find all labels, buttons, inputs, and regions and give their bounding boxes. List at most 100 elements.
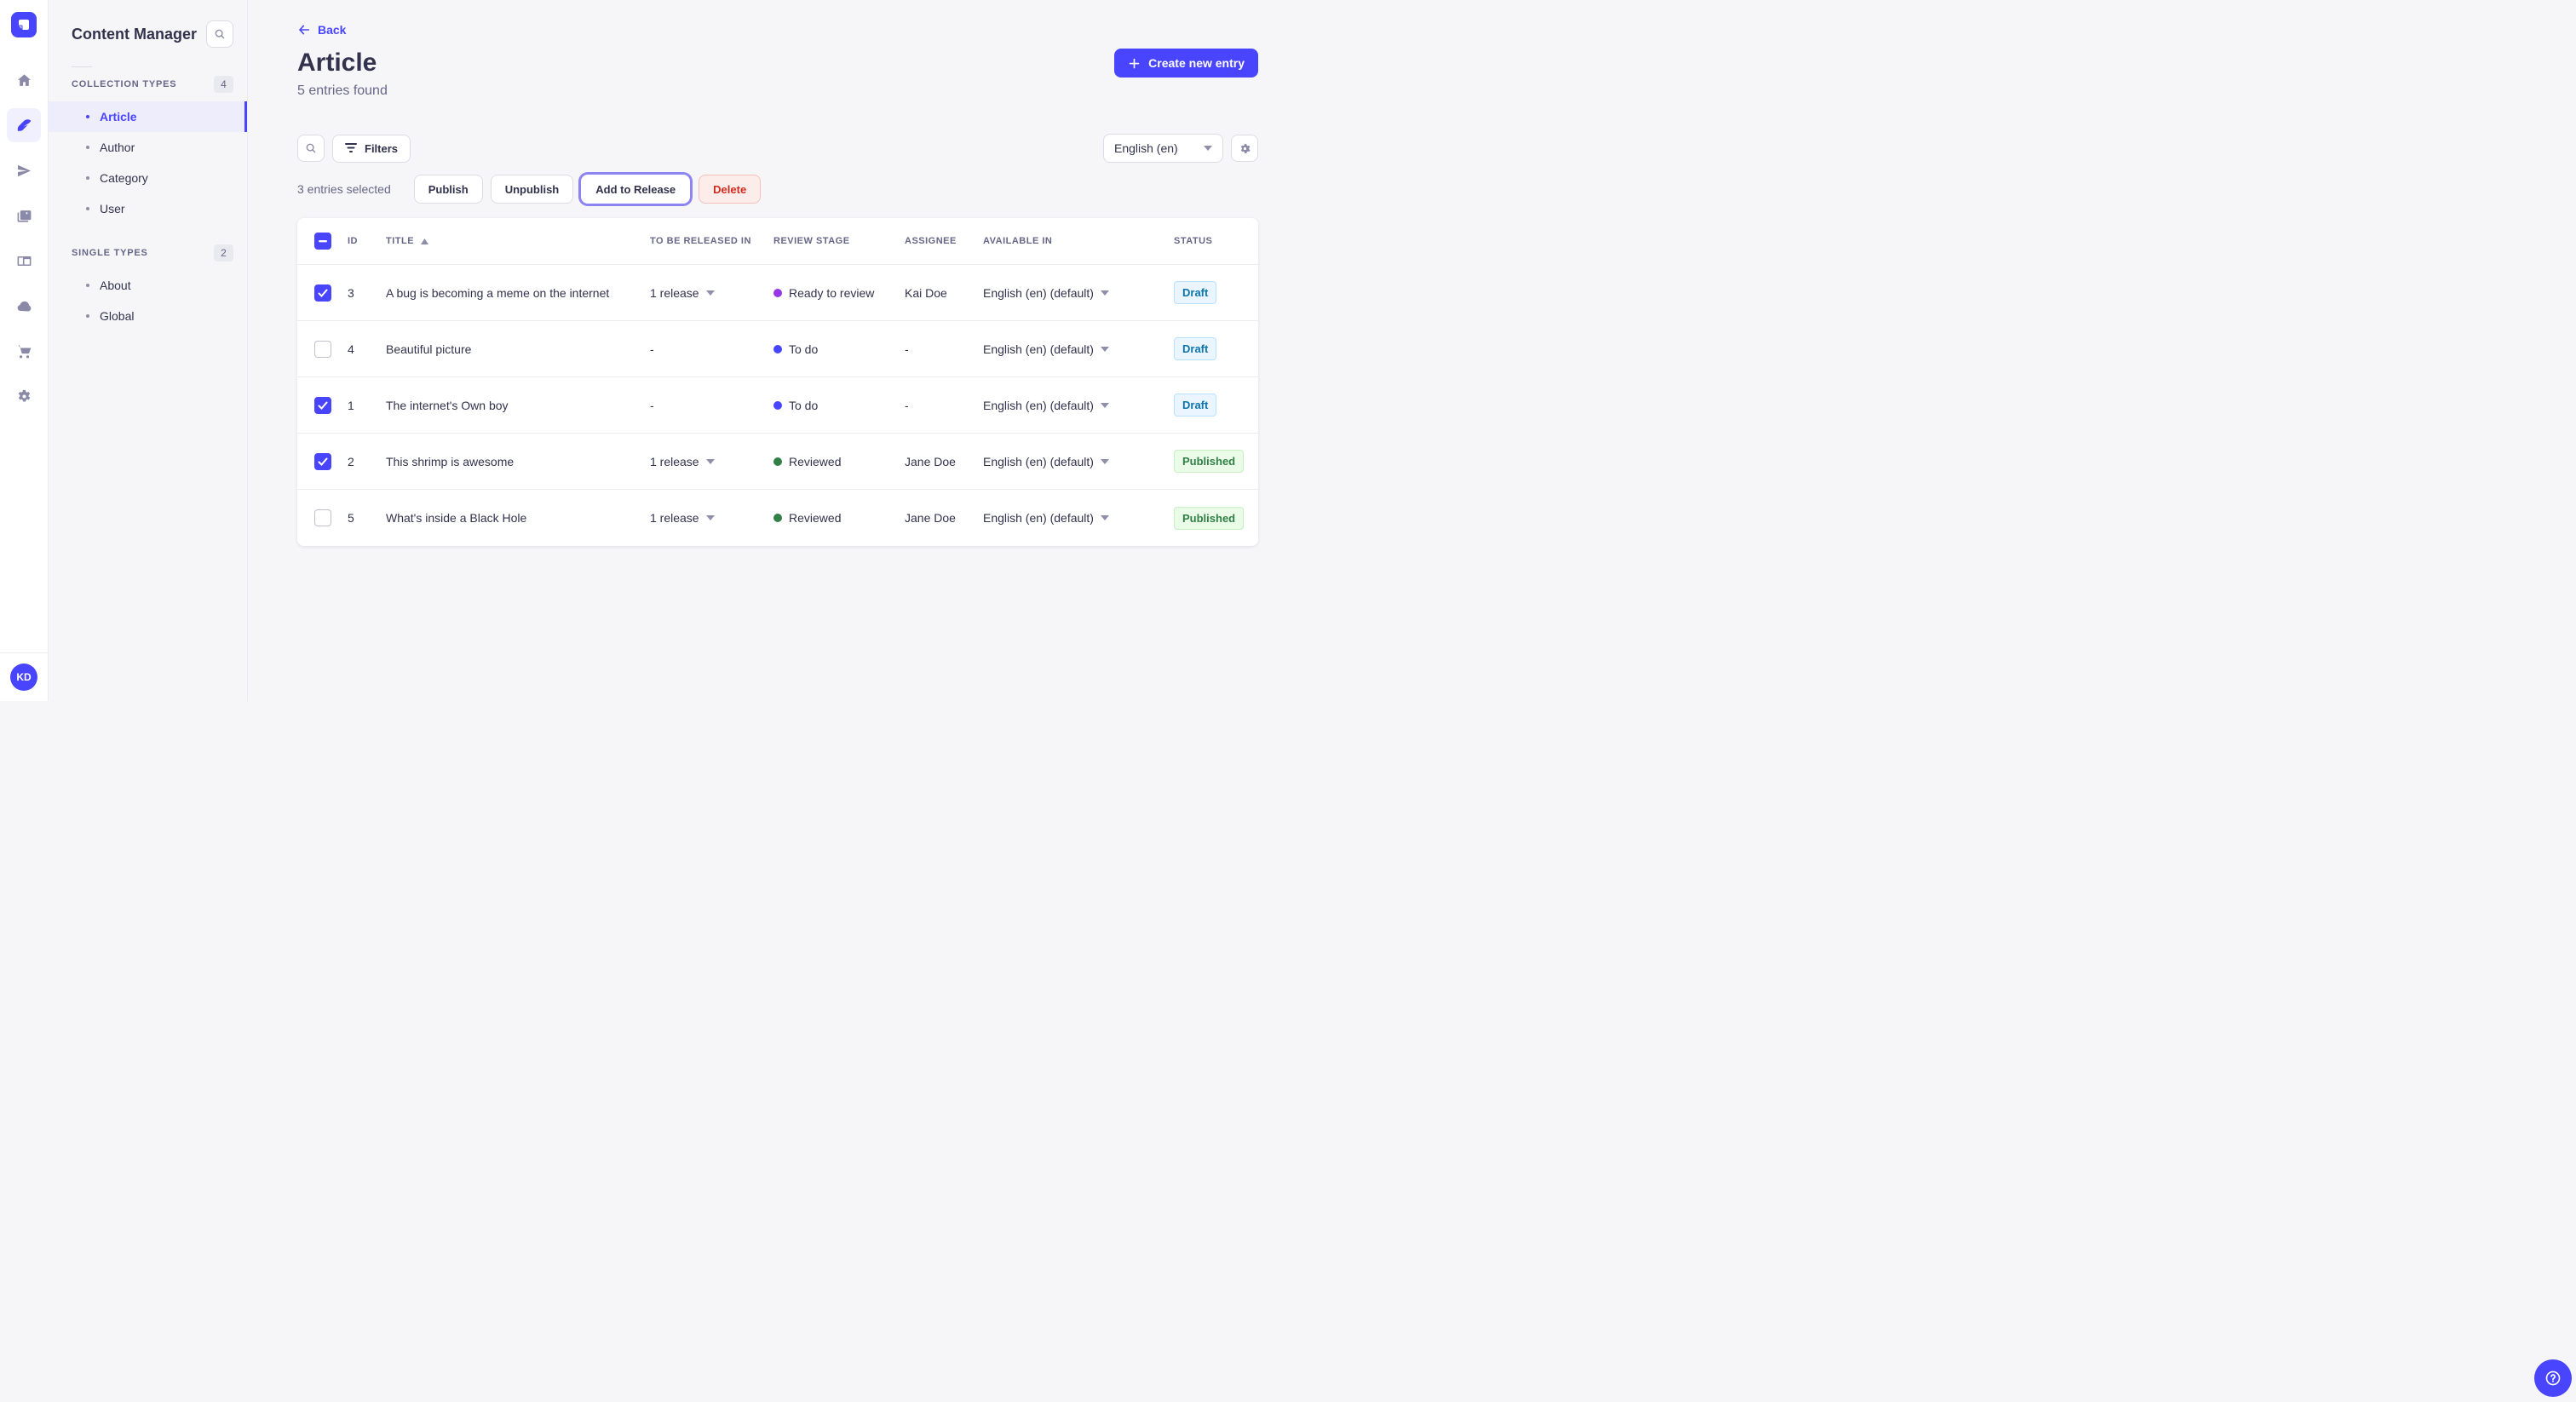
media-library-icon[interactable] bbox=[7, 198, 41, 233]
cell-status: Draft bbox=[1174, 281, 1258, 304]
help-button[interactable] bbox=[2534, 1359, 2572, 1397]
cell-review-stage: To do bbox=[773, 342, 905, 356]
sidebar-item-about[interactable]: About bbox=[49, 270, 247, 301]
cell-available-in[interactable]: English (en) (default) bbox=[983, 399, 1174, 412]
column-header-status: STATUS bbox=[1174, 236, 1213, 246]
cell-review-stage: Reviewed bbox=[773, 455, 905, 468]
cell-assignee: Kai Doe bbox=[905, 285, 947, 300]
sort-asc-icon bbox=[421, 238, 429, 244]
home-icon[interactable] bbox=[7, 63, 41, 97]
sidebar-title: Content Manager bbox=[72, 25, 198, 43]
table-row[interactable]: 3 A bug is becoming a meme on the intern… bbox=[297, 265, 1258, 321]
search-icon bbox=[215, 29, 225, 39]
chevron-down-icon bbox=[705, 458, 715, 464]
sidebar-item-global[interactable]: Global bbox=[49, 301, 247, 331]
bullet-icon bbox=[86, 207, 89, 210]
table-row[interactable]: 2 This shrimp is awesome 1 release Revie… bbox=[297, 434, 1258, 490]
search-icon bbox=[306, 143, 316, 153]
locale-select[interactable]: English (en) bbox=[1103, 134, 1223, 163]
column-header-id[interactable]: ID bbox=[348, 236, 386, 246]
table-row[interactable]: 1 The internet's Own boy - To do - Engli… bbox=[297, 377, 1258, 434]
avatar[interactable]: KD bbox=[10, 664, 37, 691]
column-header-assignee: ASSIGNEE bbox=[905, 236, 957, 246]
sidebar-item-user[interactable]: User bbox=[49, 193, 247, 224]
question-mark-icon bbox=[2545, 1370, 2561, 1386]
bullet-icon bbox=[86, 314, 89, 318]
cell-to-be-released-in[interactable]: - bbox=[650, 399, 773, 412]
sidebar-sections: COLLECTION TYPES 4 Article Author Catego… bbox=[49, 76, 247, 331]
create-new-entry-button[interactable]: Create new entry bbox=[1114, 49, 1258, 78]
sidebar-section-count-badge: 4 bbox=[214, 76, 233, 93]
status-badge: Draft bbox=[1174, 337, 1217, 360]
cell-status: Published bbox=[1174, 450, 1258, 473]
cell-available-in[interactable]: English (en) (default) bbox=[983, 342, 1174, 356]
sidebar-item-article[interactable]: Article bbox=[49, 101, 247, 132]
view-settings-button[interactable] bbox=[1231, 135, 1258, 162]
bullet-icon bbox=[86, 176, 89, 180]
chevron-down-icon bbox=[1100, 346, 1109, 352]
row-checkbox[interactable] bbox=[314, 452, 331, 470]
back-link[interactable]: Back bbox=[297, 23, 346, 37]
cell-id: 4 bbox=[348, 342, 354, 356]
cell-id: 1 bbox=[348, 398, 354, 412]
chevron-down-icon bbox=[705, 515, 715, 520]
row-checkbox[interactable] bbox=[314, 340, 331, 358]
column-header-review-stage: REVIEW STAGE bbox=[773, 236, 850, 246]
entries-count: 5 entries found bbox=[297, 83, 388, 98]
cell-to-be-released-in[interactable]: - bbox=[650, 342, 773, 356]
table-header: ID TITLE TO BE RELEASED IN REVIEW STAGE … bbox=[297, 218, 1258, 265]
select-all-checkbox[interactable] bbox=[314, 233, 331, 250]
cell-available-in[interactable]: English (en) (default) bbox=[983, 455, 1174, 468]
arrow-left-icon bbox=[298, 25, 310, 35]
cell-assignee: Jane Doe bbox=[905, 511, 956, 525]
sidebar-item-category[interactable]: Category bbox=[49, 163, 247, 193]
stage-dot-icon bbox=[773, 400, 782, 410]
column-header-title[interactable]: TITLE bbox=[386, 236, 650, 246]
nav-rail: KD bbox=[0, 0, 49, 701]
cell-to-be-released-in[interactable]: 1 release bbox=[650, 511, 773, 525]
bullet-icon bbox=[86, 146, 89, 149]
cell-available-in[interactable]: English (en) (default) bbox=[983, 511, 1174, 525]
content-manager-icon[interactable] bbox=[7, 108, 41, 142]
entries-table: ID TITLE TO BE RELEASED IN REVIEW STAGE … bbox=[297, 218, 1258, 546]
sidebar-section-label: SINGLE TYPES bbox=[72, 248, 148, 258]
row-checkbox[interactable] bbox=[314, 284, 331, 302]
delete-button[interactable]: Delete bbox=[699, 175, 762, 204]
cell-title: The internet's Own boy bbox=[386, 398, 509, 412]
back-label: Back bbox=[318, 23, 347, 37]
stage-dot-icon bbox=[773, 514, 782, 522]
chevron-down-icon bbox=[1204, 146, 1212, 151]
unpublish-button[interactable]: Unpublish bbox=[490, 175, 574, 204]
table-search-button[interactable] bbox=[297, 135, 325, 162]
column-header-available-in: AVAILABLE IN bbox=[983, 236, 1053, 246]
add-to-release-button[interactable]: Add to Release bbox=[581, 175, 691, 204]
strapi-logo-glyph bbox=[19, 20, 29, 30]
column-header-released: TO BE RELEASED IN bbox=[650, 236, 751, 246]
table-row[interactable]: 4 Beautiful picture - To do - English (e… bbox=[297, 321, 1258, 377]
sidebar-search-button[interactable] bbox=[206, 20, 233, 48]
table-row[interactable]: 5 What's inside a Black Hole 1 release R… bbox=[297, 490, 1258, 546]
publish-button[interactable]: Publish bbox=[413, 175, 483, 204]
row-checkbox[interactable] bbox=[314, 396, 331, 414]
rail-nav bbox=[7, 63, 41, 413]
row-checkbox[interactable] bbox=[314, 509, 331, 526]
chevron-down-icon bbox=[1100, 402, 1109, 408]
releases-icon[interactable] bbox=[7, 153, 41, 187]
content-type-builder-icon[interactable] bbox=[7, 244, 41, 278]
cell-id: 3 bbox=[348, 285, 354, 300]
filters-button[interactable]: Filters bbox=[332, 134, 411, 163]
marketplace-icon[interactable] bbox=[7, 334, 41, 368]
sidebar-item-author[interactable]: Author bbox=[49, 132, 247, 163]
cell-to-be-released-in[interactable]: 1 release bbox=[650, 286, 773, 300]
strapi-logo[interactable] bbox=[11, 12, 37, 37]
cell-available-in[interactable]: English (en) (default) bbox=[983, 286, 1174, 300]
cloud-icon[interactable] bbox=[7, 289, 41, 323]
settings-icon[interactable] bbox=[7, 379, 41, 413]
list-toolbar: Filters English (en) bbox=[297, 134, 1258, 163]
plus-icon bbox=[1129, 58, 1140, 68]
cell-id: 5 bbox=[348, 511, 354, 525]
cell-assignee: - bbox=[905, 342, 909, 356]
selection-count: 3 entries selected bbox=[297, 182, 391, 196]
cell-to-be-released-in[interactable]: 1 release bbox=[650, 455, 773, 468]
cell-id: 2 bbox=[348, 454, 354, 468]
